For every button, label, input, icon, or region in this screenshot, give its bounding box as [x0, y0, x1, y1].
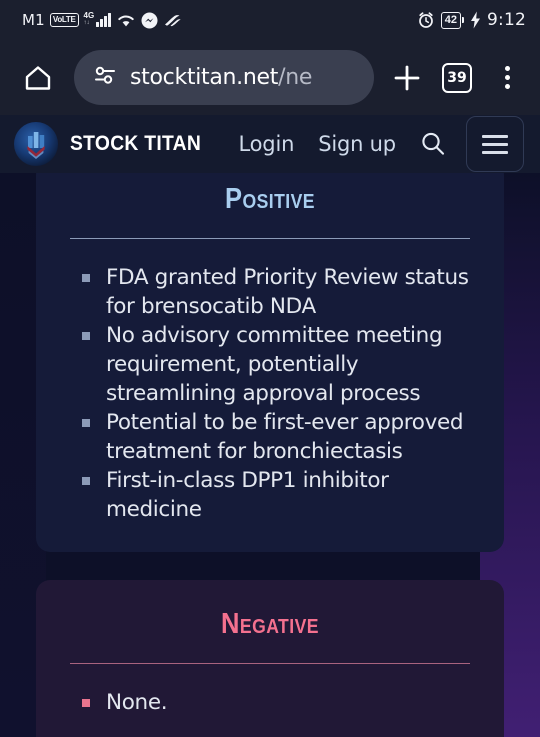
negative-card: Negative None.: [36, 580, 504, 737]
status-bar-right: 42 9:12: [417, 10, 526, 30]
tab-switcher-button[interactable]: 39: [434, 54, 480, 102]
positive-card-title: Positive: [225, 183, 315, 215]
phone-screen: M1 VoLTE 4G ↑↓ 42 9:12 stocktitan.net/ne…: [0, 0, 540, 737]
negative-card-title: Negative: [221, 608, 319, 640]
address-domain: stocktitan.net: [130, 65, 279, 90]
list-item: None.: [80, 688, 470, 717]
hamburger-bar: [481, 134, 508, 138]
messenger-icon: [141, 12, 158, 29]
hamburger-bar: [481, 150, 508, 154]
negative-card-list: None.: [80, 688, 470, 717]
search-icon: [422, 132, 444, 155]
clock-label: 9:12: [487, 10, 526, 30]
battery-percent-label: 42: [440, 11, 462, 29]
tab-count-label: 39: [442, 62, 472, 93]
login-link[interactable]: Login: [239, 132, 295, 156]
carrier-label: M1: [22, 11, 45, 29]
android-status-bar: M1 VoLTE 4G ↑↓ 42 9:12: [0, 0, 540, 40]
mobile-menu-button[interactable]: [465, 116, 524, 172]
hamburger-bar: [481, 142, 508, 146]
browser-toolbar: stocktitan.net/ne 39: [0, 40, 540, 115]
address-bar[interactable]: stocktitan.net/ne: [74, 50, 374, 105]
search-button[interactable]: [416, 127, 450, 161]
list-item: No advisory committee meeting requiremen…: [80, 321, 470, 408]
stock-titan-logo-icon: [14, 122, 58, 166]
battery-icon: 42: [440, 11, 465, 29]
new-tab-button[interactable]: [384, 54, 430, 102]
site-header: STOCK TITAN Login Sign up: [0, 115, 540, 173]
browser-overflow-menu-button[interactable]: [484, 54, 530, 102]
list-item: First-in-class DPP1 inhibitor medicine: [80, 466, 470, 524]
signal-icon: 4G ↑↓: [83, 11, 111, 27]
negative-card-divider: [70, 663, 470, 664]
charging-bolt-icon: [470, 11, 481, 29]
site-logo-link[interactable]: STOCK TITAN: [14, 122, 213, 166]
tune-icon[interactable]: [92, 64, 118, 91]
alarm-icon: [417, 11, 435, 29]
network-type-label: 4G: [83, 11, 95, 20]
site-nav: Login Sign up: [239, 132, 397, 156]
signup-link[interactable]: Sign up: [318, 132, 396, 156]
home-button[interactable]: [14, 54, 62, 102]
page-content: Positive FDA granted Priority Review sta…: [0, 173, 540, 737]
list-item: FDA granted Priority Review status for b…: [80, 263, 470, 321]
network-traffic-label: ↑↓: [83, 20, 90, 26]
address-path: /ne: [278, 65, 313, 90]
positive-card: Positive FDA granted Priority Review sta…: [36, 173, 504, 552]
list-item: Potential to be first-ever approved trea…: [80, 408, 470, 466]
status-bar-left: M1 VoLTE 4G ↑↓: [22, 11, 182, 29]
app-notification-icon: [163, 13, 182, 28]
more-vertical-icon: [504, 66, 510, 89]
wifi-icon: [116, 12, 136, 28]
site-brand-label: STOCK TITAN: [70, 132, 202, 155]
positive-card-divider: [70, 238, 470, 239]
positive-card-list: FDA granted Priority Review status for b…: [80, 263, 470, 524]
volte-badge: VoLTE: [49, 13, 79, 27]
address-bar-text[interactable]: stocktitan.net/ne: [130, 65, 312, 90]
